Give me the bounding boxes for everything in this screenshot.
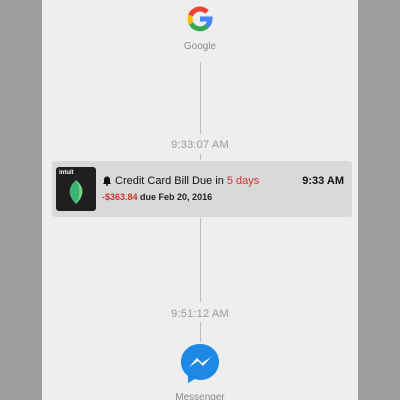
messenger-icon <box>181 344 219 383</box>
messenger-app[interactable]: Messenger <box>42 341 358 400</box>
mint-leaf-icon <box>69 180 83 204</box>
notification-time: 9:33 AM <box>302 175 344 187</box>
google-g-icon <box>187 6 213 32</box>
timeline-connector <box>200 218 201 302</box>
due-date-text: due Feb 20, 2016 <box>140 192 213 202</box>
google-label: Google <box>183 41 217 52</box>
bill-amount: -$363.84 <box>102 192 138 202</box>
timeline-connector <box>200 154 201 160</box>
timestamp-2: 9:51:12 AM <box>171 308 229 320</box>
notification-title: Credit Card Bill Due in 5 days <box>102 175 259 187</box>
timeline-screen: Google 9:33:07 AM intuit Credit Card Bil… <box>42 0 358 400</box>
notification-days-highlight: 5 days <box>226 175 260 187</box>
messenger-label: Messenger <box>175 392 225 400</box>
notification-title-text: Credit Card Bill Due in <box>115 175 224 187</box>
timestamp-1: 9:33:07 AM <box>171 139 229 151</box>
timeline-connector <box>200 62 201 134</box>
mint-intuit-icon: intuit <box>56 167 96 211</box>
google-app[interactable]: Google <box>42 4 358 52</box>
intuit-brand: intuit <box>59 170 74 176</box>
notification-card[interactable]: intuit Credit Card Bill Due in 5 days 9:… <box>52 161 352 217</box>
bell-icon <box>103 176 111 186</box>
timeline-connector <box>200 322 201 342</box>
notification-subtitle: -$363.84 due Feb 20, 2016 <box>102 192 212 202</box>
